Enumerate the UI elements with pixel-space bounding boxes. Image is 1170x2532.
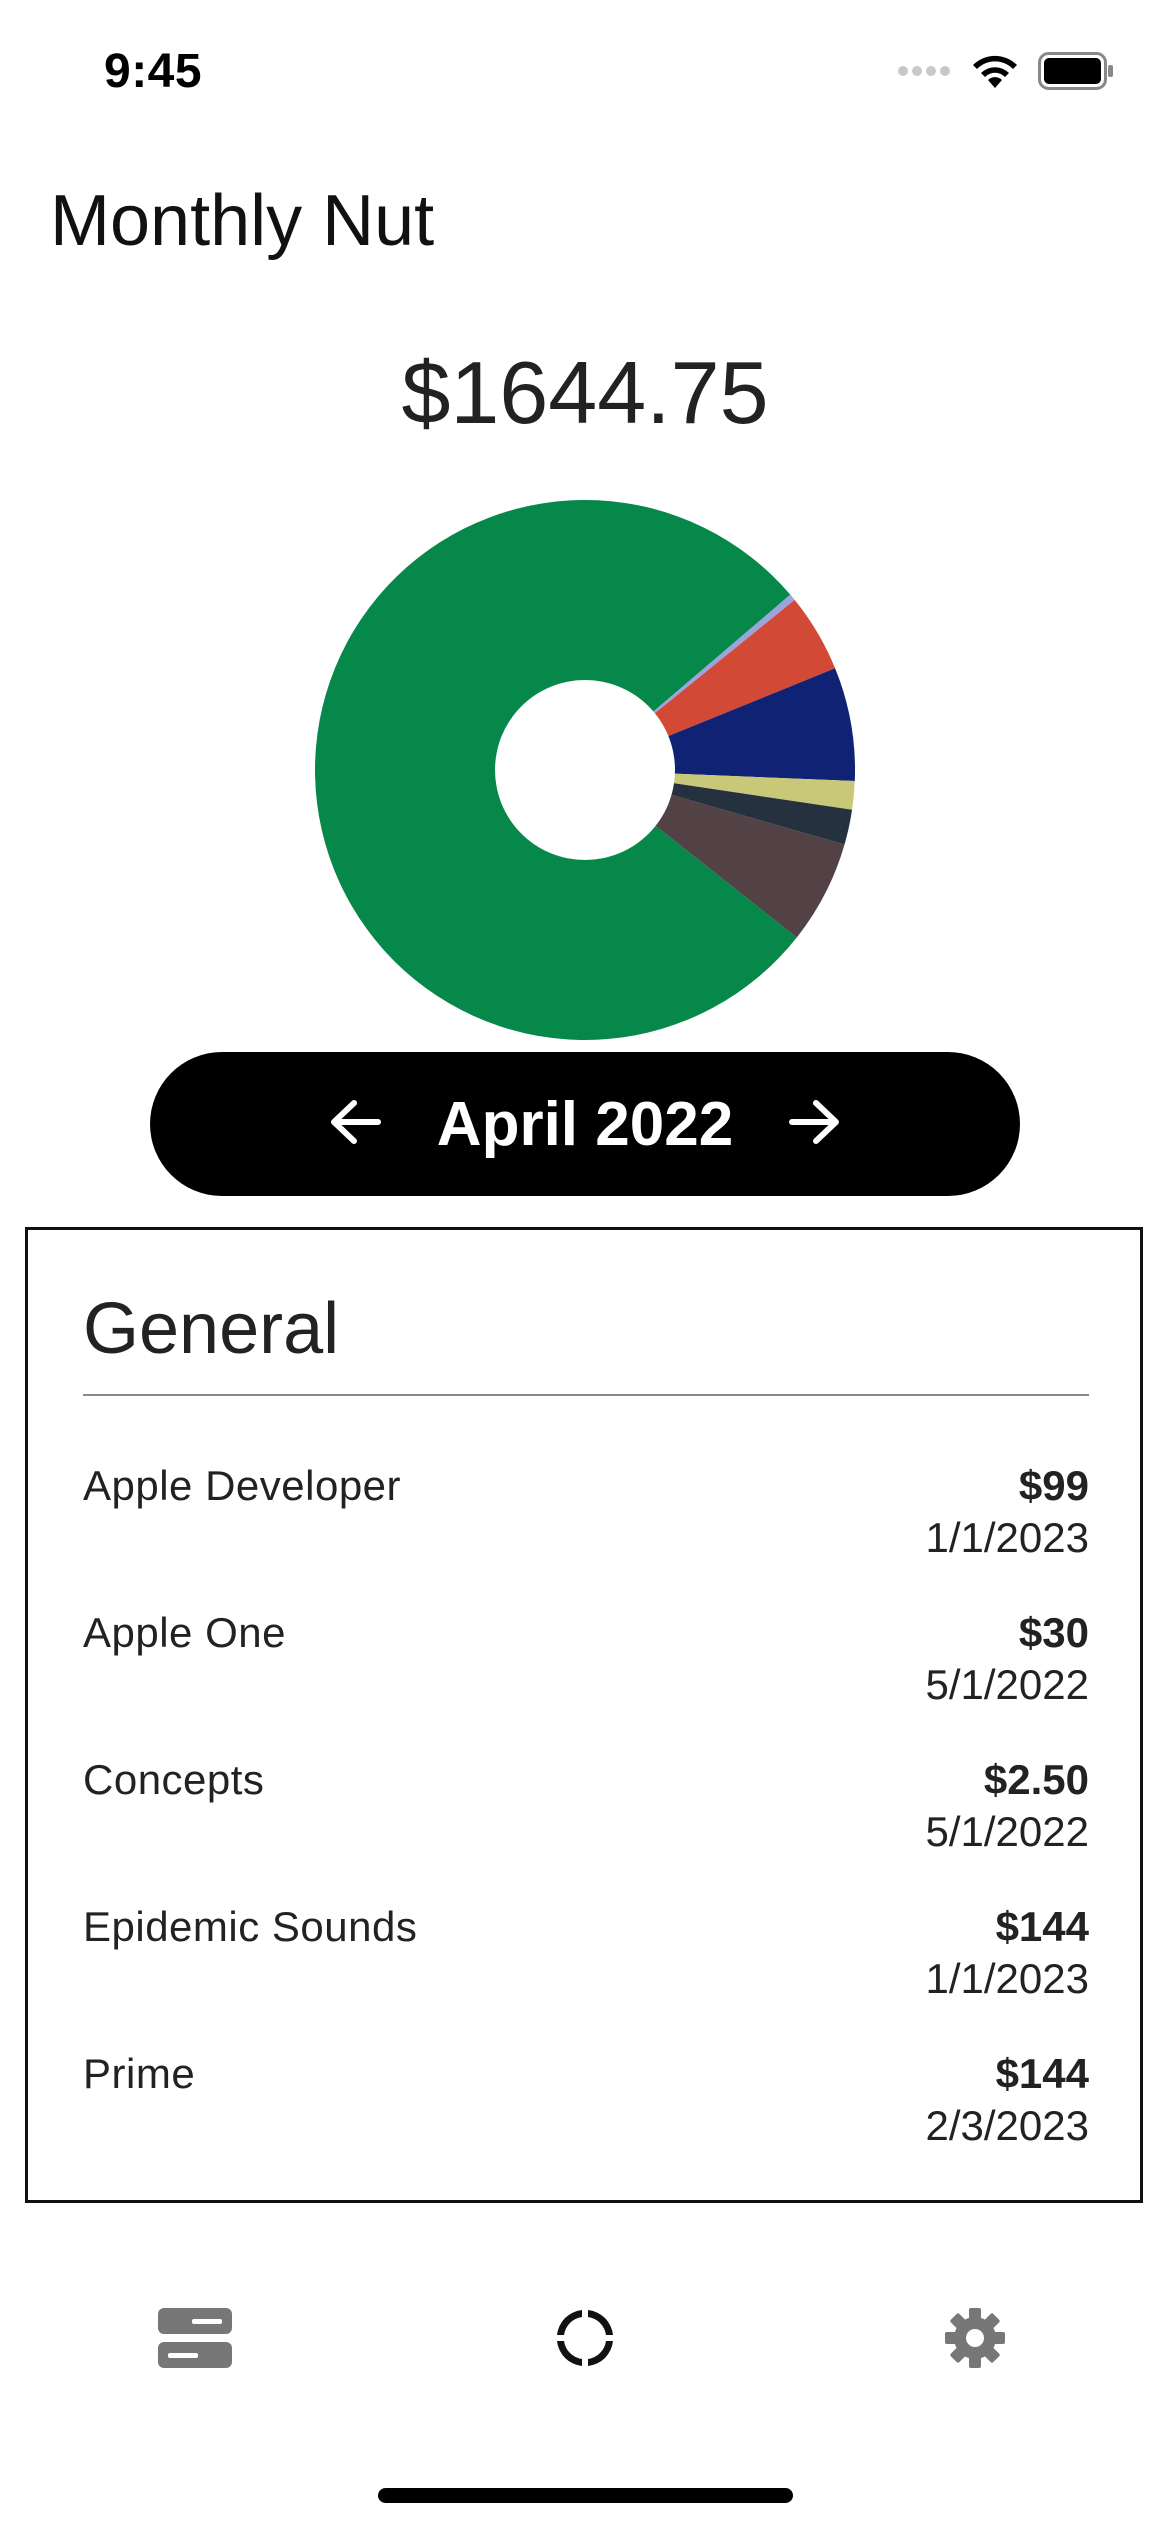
month-label: April 2022	[436, 1089, 734, 1159]
page-title: Monthly Nut	[50, 181, 435, 261]
wifi-icon	[970, 52, 1020, 95]
storage-icon	[158, 2307, 232, 2373]
total-amount: $1644.75	[401, 343, 769, 442]
divider	[83, 1394, 1089, 1396]
subscription-name: Apple One	[83, 1609, 286, 1656]
subscription-price: $144	[995, 1903, 1089, 1950]
donut-chart-svg	[314, 499, 855, 1040]
subscription-price: $99	[1018, 1462, 1089, 1509]
status-bar: 9:45	[0, 0, 1170, 150]
prev-month-button[interactable]	[327, 1096, 383, 1152]
subscription-date: 5/1/2022	[925, 1808, 1090, 1855]
subscription-date: 5/1/2022	[925, 1661, 1090, 1708]
list-item[interactable]: Concepts $2.50 5/1/2022	[83, 1756, 1089, 1903]
subscription-date: 1/1/2023	[925, 1955, 1090, 2002]
status-icons	[898, 50, 1114, 96]
spending-donut-chart	[310, 495, 860, 1045]
list-item[interactable]: Apple One $30 5/1/2022	[83, 1609, 1089, 1756]
list-item[interactable]: Apple Developer $99 1/1/2023	[83, 1462, 1089, 1609]
subscription-list: Apple Developer $99 1/1/2023 Apple One $…	[83, 1462, 1089, 2197]
status-time: 9:45	[104, 45, 203, 98]
tab-settings[interactable]	[915, 2280, 1035, 2400]
tab-bar	[0, 2280, 1170, 2400]
subscription-name: Apple Developer	[83, 1462, 402, 1509]
subscription-date: 2/3/2023	[925, 2102, 1090, 2149]
donut-hole	[495, 680, 675, 860]
home-indicator	[378, 2488, 793, 2503]
subscription-name: Epidemic Sounds	[83, 1903, 418, 1950]
tab-subscriptions[interactable]	[135, 2280, 255, 2400]
subscription-price: $144	[995, 2050, 1089, 2097]
arrow-left-icon	[328, 1097, 382, 1152]
category-card: General Apple Developer $99 1/1/2023 App…	[25, 1227, 1143, 2203]
subscription-name: Prime	[83, 2050, 196, 2097]
donut-chart-icon	[553, 2306, 617, 2375]
battery-icon	[1038, 51, 1114, 95]
month-nav: April 2022	[150, 1052, 1020, 1196]
list-item[interactable]: Epidemic Sounds $144 1/1/2023	[83, 1903, 1089, 2050]
tab-overview[interactable]	[525, 2280, 645, 2400]
subscription-price: $2.50	[983, 1756, 1089, 1803]
gear-icon	[944, 2307, 1006, 2374]
subscription-date: 1/1/2023	[925, 1514, 1090, 1561]
subscription-name: Concepts	[83, 1756, 265, 1803]
category-title: General	[83, 1289, 340, 1369]
arrow-right-icon	[788, 1097, 842, 1152]
subscription-price: $30	[1018, 1609, 1089, 1656]
list-item[interactable]: Prime $144 2/3/2023	[83, 2050, 1089, 2197]
cellular-signal-icon	[898, 64, 952, 83]
next-month-button[interactable]	[787, 1096, 843, 1152]
